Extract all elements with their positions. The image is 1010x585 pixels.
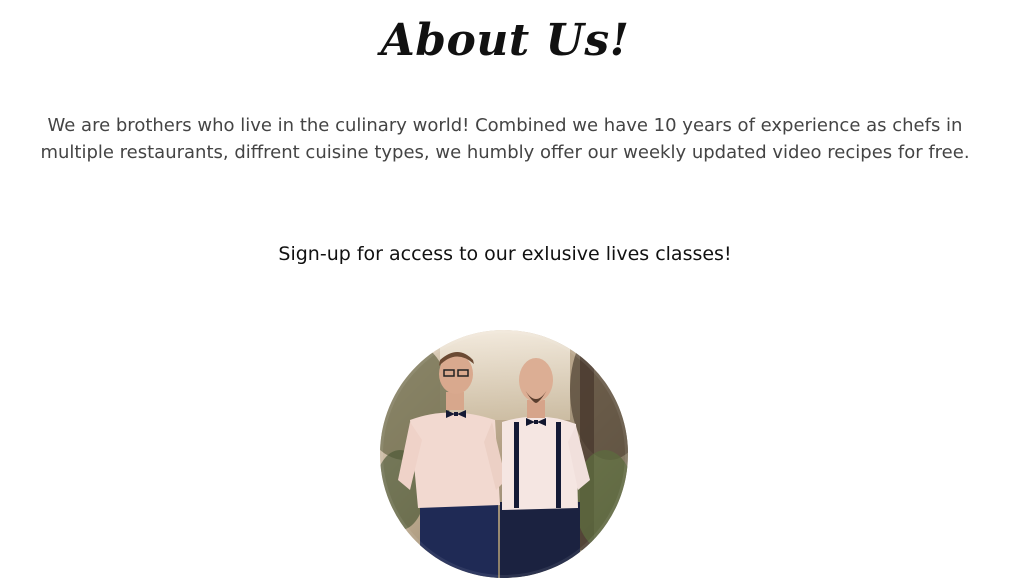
about-section: About Us! We are brothers who live in th…	[0, 0, 1010, 585]
page-title: About Us!	[380, 15, 630, 66]
signup-callout-text: Sign-up for access to our exlusive lives…	[278, 243, 732, 265]
brothers-photo	[380, 330, 628, 578]
about-intro-text: We are brothers who live in the culinary…	[40, 115, 970, 163]
